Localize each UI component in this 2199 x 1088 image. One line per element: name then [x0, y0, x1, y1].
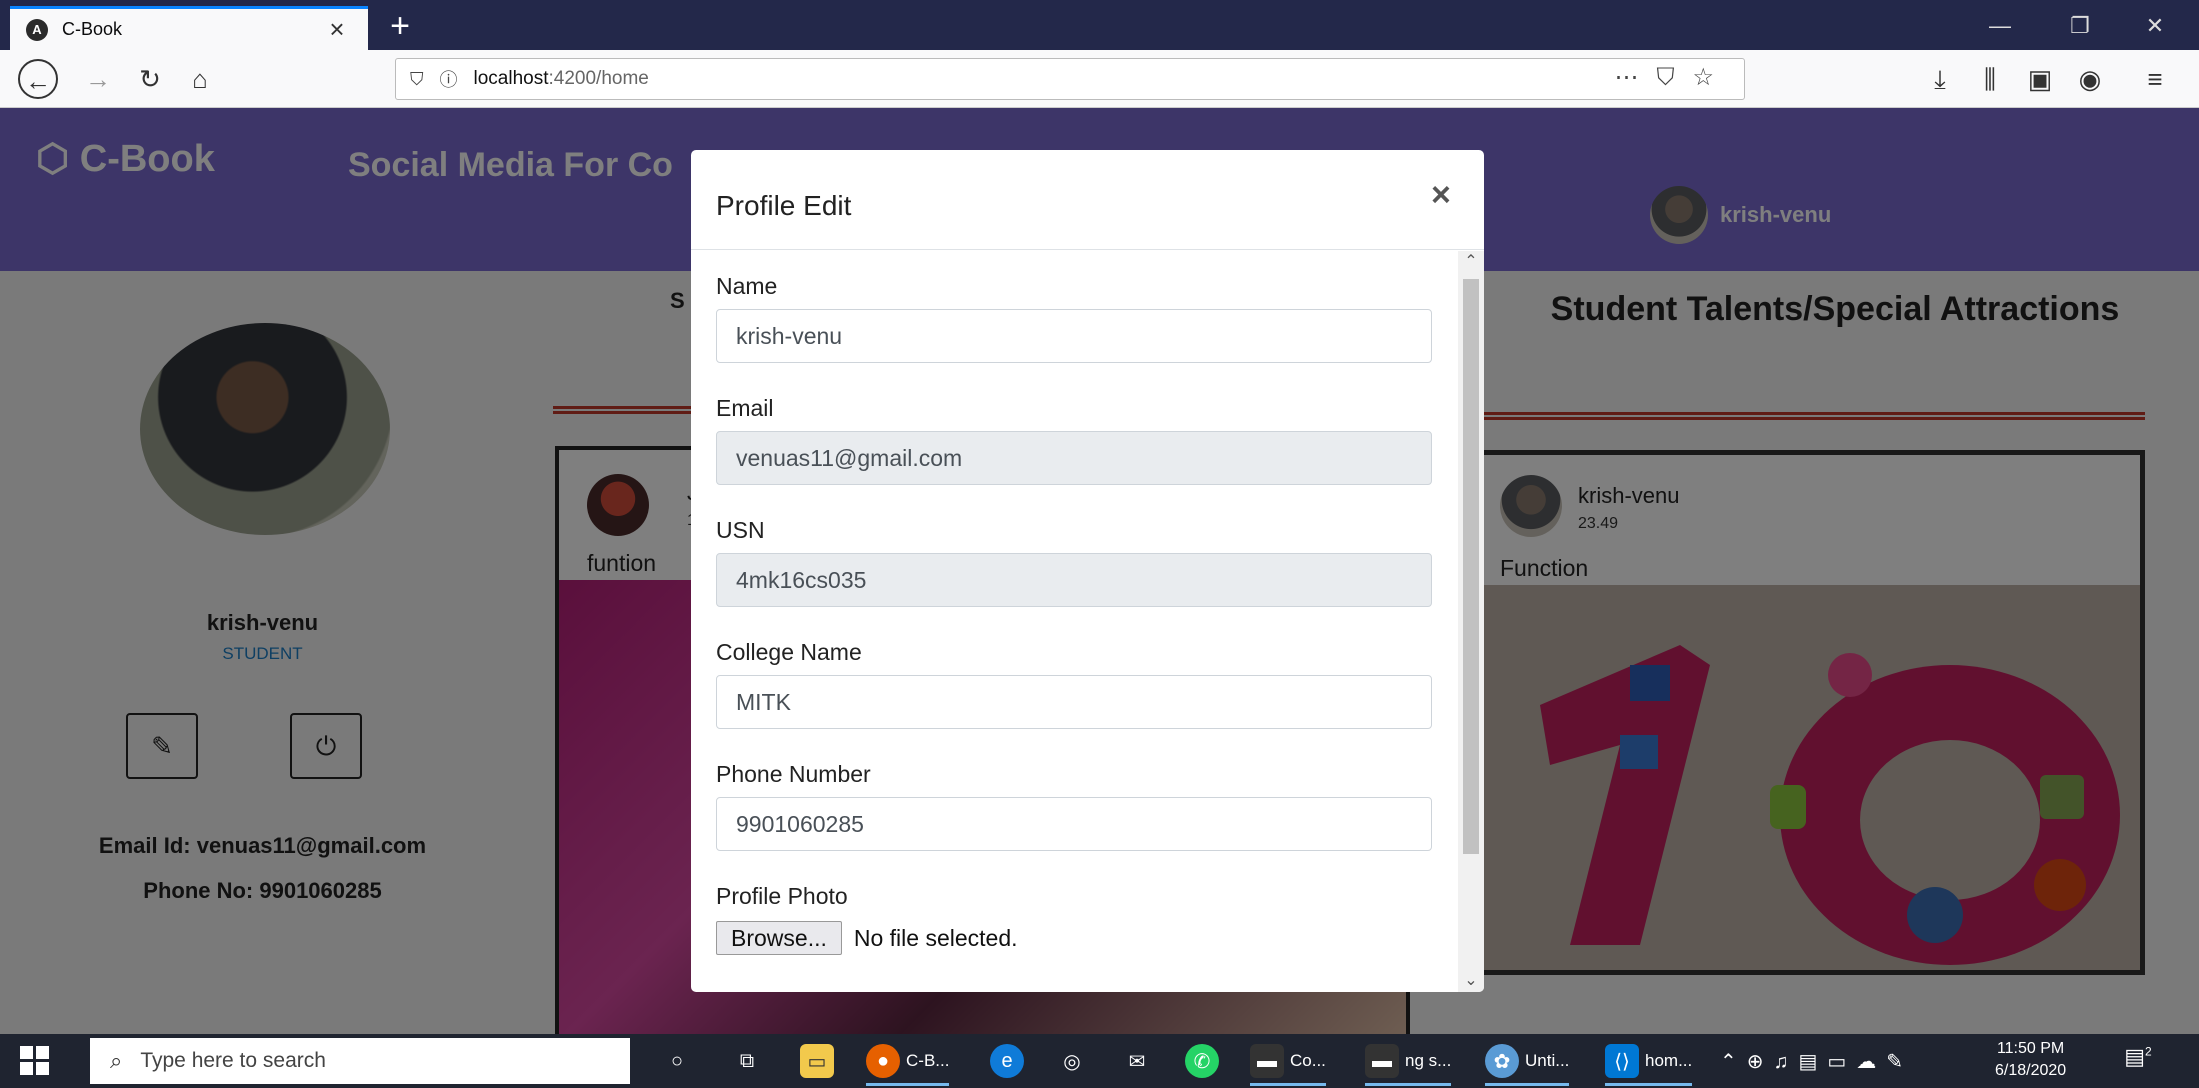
- taskbar-search[interactable]: ⌕ Type here to search: [90, 1038, 630, 1084]
- home-icon[interactable]: ⌂: [180, 59, 220, 99]
- vscode-icon: ⟨⟩: [1605, 1044, 1639, 1078]
- url-text: localhost:4200/home: [473, 68, 649, 89]
- email-field: venuas11@gmail.com: [716, 431, 1432, 485]
- library-icon[interactable]: ⫼: [1970, 59, 2010, 99]
- browser-tab[interactable]: A C-Book ×: [10, 6, 368, 50]
- phone-number-input[interactable]: 9901060285: [716, 797, 1432, 851]
- task-view-icon[interactable]: ⧉: [730, 1042, 770, 1080]
- menu-icon[interactable]: ≡: [2135, 59, 2175, 99]
- modal-scrollbar[interactable]: ⌃ ⌄: [1458, 251, 1484, 992]
- whatsapp-icon[interactable]: ✆: [1185, 1042, 1225, 1080]
- modal-body: Name krish-venu Email venuas11@gmail.com…: [691, 251, 1458, 992]
- file-picker: Browse... No file selected.: [716, 921, 1018, 955]
- account-icon[interactable]: ◉: [2070, 59, 2110, 99]
- taskbar-cmd-1[interactable]: ▬ Co...: [1250, 1042, 1326, 1086]
- phone-number-label: Phone Number: [716, 761, 871, 787]
- name-input[interactable]: krish-venu: [716, 309, 1432, 363]
- mail-icon[interactable]: ✉: [1120, 1042, 1160, 1080]
- college-name-input[interactable]: MITK: [716, 675, 1432, 729]
- browse-button[interactable]: Browse...: [716, 921, 842, 955]
- browser-tab-bar: A C-Book × + — ❐ ✕: [0, 0, 2199, 50]
- restore-button[interactable]: ❐: [2050, 6, 2110, 46]
- terminal-icon: ▬: [1250, 1044, 1284, 1078]
- terminal-icon: ▬: [1365, 1044, 1399, 1078]
- back-arrow-icon[interactable]: ←: [18, 59, 58, 99]
- sidebar-icon[interactable]: ▣: [2020, 59, 2060, 99]
- close-icon[interactable]: ×: [1431, 176, 1451, 215]
- modal-title: Profile Edit: [716, 190, 852, 221]
- taskbar-cmd-2[interactable]: ▬ ng s...: [1365, 1042, 1452, 1086]
- firefox-icon: ●: [866, 1044, 900, 1078]
- close-window-button[interactable]: ✕: [2125, 6, 2185, 46]
- angular-favicon-icon: A: [26, 18, 48, 41]
- scroll-up-icon[interactable]: ⌃: [1458, 251, 1484, 273]
- name-label: Name: [716, 273, 778, 299]
- modal-header: Profile Edit ×: [691, 150, 1484, 250]
- notification-icon[interactable]: ▤2: [2120, 1044, 2156, 1078]
- usn-label: USN: [716, 517, 765, 543]
- new-tab-button[interactable]: +: [380, 6, 420, 46]
- notification-count: 2: [2145, 1044, 2152, 1059]
- search-icon: ⌕: [110, 1048, 123, 1073]
- taskbar-vscode[interactable]: ⟨⟩ hom...: [1605, 1042, 1693, 1086]
- info-icon[interactable]: ⓘ: [440, 66, 458, 92]
- page-content: ⬡ C-Book Social Media For Co krish-venu …: [0, 108, 2199, 1034]
- url-actions[interactable]: ⋯⛉☆: [1614, 63, 1732, 92]
- chrome-like-icon[interactable]: ◎: [1055, 1042, 1095, 1080]
- windows-start-icon[interactable]: [20, 1046, 50, 1076]
- forward-arrow-icon[interactable]: →: [78, 59, 118, 99]
- cortana-icon[interactable]: ○: [660, 1042, 700, 1080]
- scroll-down-icon[interactable]: ⌄: [1458, 970, 1484, 992]
- college-name-label: College Name: [716, 639, 862, 665]
- search-placeholder: Type here to search: [140, 1049, 326, 1072]
- download-icon[interactable]: ⤓: [1920, 59, 1960, 99]
- email-label: Email: [716, 395, 774, 421]
- usn-field: 4mk16cs035: [716, 553, 1432, 607]
- browser-nav-bar: ← → ↻ ⌂ ⛉ ⓘ localhost:4200/home ⋯⛉☆ ⤓ ⫼ …: [0, 50, 2199, 108]
- profile-edit-modal: Profile Edit × Name krish-venu Email ven…: [691, 150, 1484, 992]
- taskbar-firefox[interactable]: ● C-B...: [866, 1042, 950, 1086]
- url-bar[interactable]: ⛉ ⓘ localhost:4200/home ⋯⛉☆: [395, 58, 1745, 100]
- windows-taskbar: ⌕ Type here to search ○ ⧉ ▭ ● C-B... e ◎…: [0, 1034, 2199, 1088]
- reload-icon[interactable]: ↻: [130, 59, 170, 99]
- shield-icon: ⛉: [410, 68, 424, 89]
- minimize-button[interactable]: —: [1970, 6, 2030, 46]
- system-tray-icons[interactable]: ⌃⊕♫▤▭☁✎: [1720, 1042, 1913, 1080]
- taskbar-paint[interactable]: ✿ Unti...: [1485, 1042, 1570, 1086]
- paint-icon: ✿: [1485, 1044, 1519, 1078]
- clock[interactable]: 11:50 PM 6/18/2020: [1995, 1038, 2066, 1082]
- file-status: No file selected.: [853, 924, 1018, 951]
- tab-close-icon[interactable]: ×: [322, 14, 352, 45]
- edge-icon[interactable]: e: [990, 1042, 1030, 1080]
- tab-title: C-Book: [62, 19, 123, 39]
- scroll-thumb[interactable]: [1463, 279, 1479, 854]
- file-explorer-icon[interactable]: ▭: [800, 1042, 840, 1080]
- profile-photo-label: Profile Photo: [716, 883, 848, 909]
